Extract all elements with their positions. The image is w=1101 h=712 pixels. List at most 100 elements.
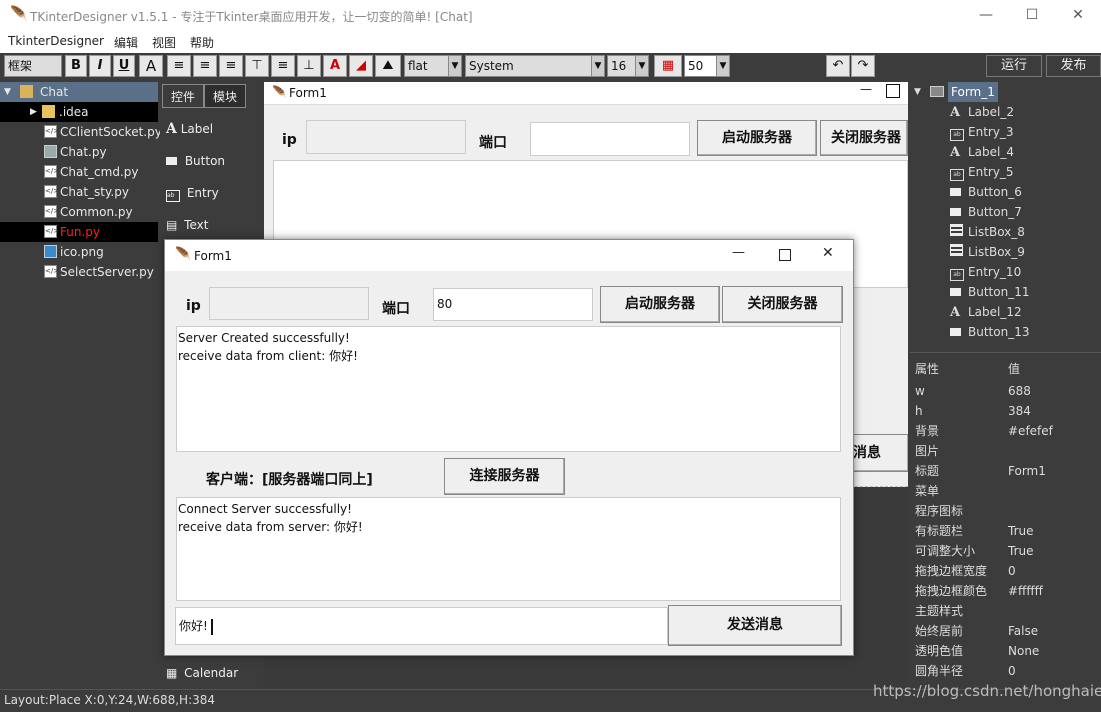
message-entry[interactable]: 你好! xyxy=(175,607,668,645)
property-row[interactable]: h 384 xyxy=(910,401,1101,421)
connect-server-button[interactable]: 连接服务器 xyxy=(444,458,565,495)
palette-item-entry[interactable]: ab Entry xyxy=(166,182,219,204)
frame-select[interactable]: 框架 xyxy=(4,55,62,77)
server-log-listbox[interactable]: Server Created successfully! receive dat… xyxy=(176,326,841,452)
property-value[interactable]: None xyxy=(1008,641,1039,661)
minimize-icon[interactable]: — xyxy=(860,82,872,96)
property-row[interactable]: 标题 Form1 xyxy=(910,461,1101,481)
tree-item-component[interactable]: Button_6 xyxy=(910,182,1101,202)
property-row[interactable]: 可调整大小 True xyxy=(910,541,1101,561)
publish-button[interactable]: 发布 xyxy=(1046,55,1101,77)
italic-button[interactable]: I xyxy=(89,55,111,77)
font-family-select[interactable]: System ▼ xyxy=(465,55,605,77)
tree-item-file[interactable]: </> SelectServer.py xyxy=(0,262,158,282)
tree-item-component[interactable]: A Label_2 xyxy=(910,102,1101,122)
align-bottom-icon[interactable]: ⊥ xyxy=(297,55,321,77)
property-value[interactable]: 688 xyxy=(1008,381,1031,401)
font-color-icon[interactable]: A xyxy=(323,55,347,77)
start-server-button[interactable]: 启动服务器 xyxy=(697,120,817,156)
running-form-window[interactable]: 🪶 Form1 — ✕ ip 端口 80 启动服务器 关闭服务器 Server … xyxy=(164,239,854,656)
run-button[interactable]: 运行 xyxy=(986,55,1042,77)
align-left-icon[interactable]: ≡ xyxy=(167,55,191,77)
tree-item-form-root[interactable]: ▼ Form_1 xyxy=(910,82,1101,102)
tree-item-file[interactable]: </> Chat_cmd.py xyxy=(0,162,158,182)
menu-help[interactable]: 帮助 xyxy=(190,34,214,51)
property-row[interactable]: 背景 #efefef xyxy=(910,421,1101,441)
minimize-icon[interactable]: — xyxy=(732,245,745,260)
ip-entry[interactable] xyxy=(306,120,466,154)
tree-item-component[interactable]: Button_7 xyxy=(910,202,1101,222)
property-row[interactable]: 有标题栏 True xyxy=(910,521,1101,541)
palette-item-text[interactable]: ▤ Text xyxy=(166,214,208,236)
tree-item-component[interactable]: Button_13 xyxy=(910,322,1101,342)
align-top-icon[interactable]: ⊤ xyxy=(245,55,269,77)
menu-view[interactable]: 视图 xyxy=(152,34,176,51)
undo-icon[interactable]: ↶ xyxy=(826,55,850,77)
tree-item-component[interactable]: A Label_12 xyxy=(910,302,1101,322)
property-value[interactable]: 384 xyxy=(1008,401,1031,421)
property-row[interactable]: 图片 xyxy=(910,441,1101,461)
tree-item-component[interactable]: A Label_4 xyxy=(910,142,1101,162)
property-value[interactable]: True xyxy=(1008,521,1034,541)
tree-item-file[interactable]: </> Common.py xyxy=(0,202,158,222)
property-row[interactable]: 菜单 xyxy=(910,481,1101,501)
tree-item-component[interactable]: ListBox_8 xyxy=(910,222,1101,242)
tree-item-file[interactable]: </> CClientSocket.py xyxy=(0,122,162,142)
tree-item-component[interactable]: Button_11 xyxy=(910,282,1101,302)
align-middle-icon[interactable]: ≡ xyxy=(271,55,295,77)
fill-color-icon[interactable]: ◢ xyxy=(349,55,373,77)
send-message-button[interactable]: 发送消息 xyxy=(668,605,842,646)
tree-item-file[interactable]: </> Chat_sty.py xyxy=(0,182,158,202)
close-button[interactable]: ✕ xyxy=(1055,0,1101,31)
grid-size-spinner[interactable]: 50 ▼ xyxy=(684,55,730,77)
tree-item-file-selected[interactable]: </> Fun.py xyxy=(0,222,158,242)
tree-item-component[interactable]: ab Entry_10 xyxy=(910,262,1101,282)
align-right-icon[interactable]: ≡ xyxy=(219,55,243,77)
property-value[interactable]: 0 xyxy=(1008,661,1016,681)
property-value[interactable]: Form1 xyxy=(1008,461,1046,481)
underline-button[interactable]: U xyxy=(113,55,135,77)
port-entry[interactable]: 80 xyxy=(433,288,593,321)
property-row[interactable]: 主题样式 xyxy=(910,601,1101,621)
minimize-button[interactable]: — xyxy=(963,0,1009,31)
property-row[interactable]: 始终居前 False xyxy=(910,621,1101,641)
property-value[interactable]: 0 xyxy=(1008,561,1016,581)
property-row[interactable]: 程序图标 xyxy=(910,501,1101,521)
maximize-button[interactable]: ☐ xyxy=(1009,0,1055,31)
stop-server-button[interactable]: 关闭服务器 xyxy=(820,120,908,156)
property-row[interactable]: 圆角半径 0 xyxy=(910,661,1101,681)
start-server-button[interactable]: 启动服务器 xyxy=(600,286,720,323)
align-center-icon[interactable]: ≡ xyxy=(193,55,217,77)
font-size-select[interactable]: 16 ▼ xyxy=(607,55,649,77)
tree-item-component[interactable]: ab Entry_5 xyxy=(910,162,1101,182)
property-row[interactable]: 拖拽边框宽度 0 xyxy=(910,561,1101,581)
stop-server-button[interactable]: 关闭服务器 xyxy=(722,286,843,323)
background-image-icon[interactable]: ⛰ xyxy=(375,55,401,77)
property-value[interactable]: True xyxy=(1008,541,1034,561)
property-row[interactable]: 拖拽边框颜色 #ffffff xyxy=(910,581,1101,601)
port-entry[interactable] xyxy=(530,122,690,156)
property-value[interactable]: False xyxy=(1008,621,1038,641)
tab-modules[interactable]: 模块 xyxy=(204,84,246,108)
close-icon[interactable]: ✕ xyxy=(822,245,834,261)
grid-toggle-icon[interactable]: ▦ xyxy=(654,55,682,77)
tab-controls[interactable]: 控件 xyxy=(162,84,204,108)
tree-item-project[interactable]: ▼ Chat xyxy=(0,82,158,102)
maximize-icon[interactable] xyxy=(779,249,791,261)
strikeout-a-button[interactable]: A xyxy=(139,55,163,77)
maximize-icon[interactable] xyxy=(886,84,900,98)
property-value[interactable]: #ffffff xyxy=(1008,581,1043,601)
palette-item-label[interactable]: A Label xyxy=(166,118,213,140)
tree-item-component[interactable]: ListBox_9 xyxy=(910,242,1101,262)
palette-item-button[interactable]: Button xyxy=(166,150,225,172)
property-row[interactable]: 透明色值 None xyxy=(910,641,1101,661)
tree-item-component[interactable]: ab Entry_3 xyxy=(910,122,1101,142)
tree-item-file[interactable]: Chat.py xyxy=(0,142,158,162)
palette-item-calendar[interactable]: ▦ Calendar xyxy=(166,662,238,684)
redo-icon[interactable]: ↷ xyxy=(851,55,875,77)
tree-item-file[interactable]: ico.png xyxy=(0,242,158,262)
relief-select[interactable]: flat ▼ xyxy=(404,55,462,77)
menu-tkinterdesigner[interactable]: TkinterDesigner xyxy=(8,34,104,48)
property-value[interactable]: #efefef xyxy=(1008,421,1053,441)
client-log-listbox[interactable]: Connect Server successfully! receive dat… xyxy=(176,497,841,601)
